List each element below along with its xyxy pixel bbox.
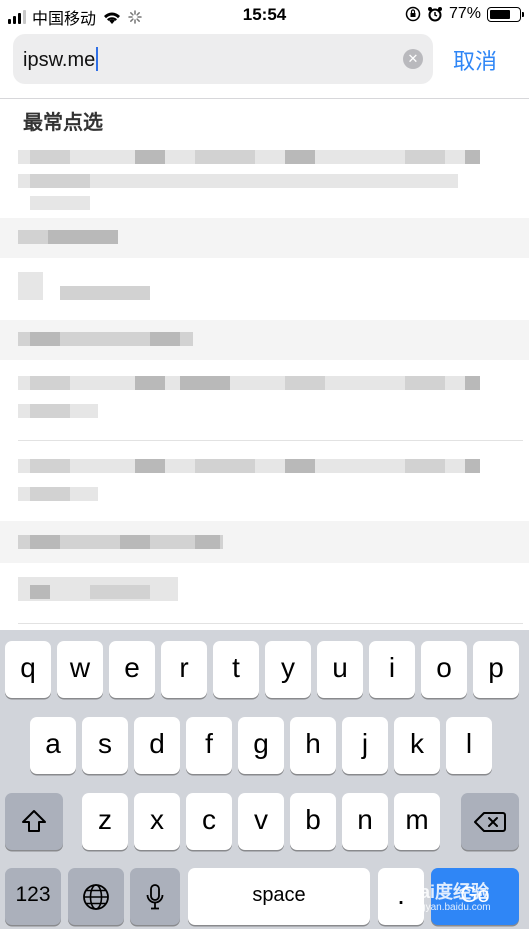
suggestion-item[interactable]: [0, 138, 529, 218]
suggestion-item[interactable]: [0, 360, 529, 440]
shift-icon: [22, 810, 46, 832]
cancel-button[interactable]: 取消: [453, 44, 497, 76]
battery-icon: [487, 6, 524, 22]
search-input[interactable]: ipsw.me: [23, 47, 99, 72]
key-j[interactable]: j: [342, 717, 388, 774]
status-bar: 中国移动 15:54 77%: [0, 0, 529, 30]
key-c[interactable]: c: [186, 793, 232, 850]
address-search-field[interactable]: ipsw.me ✕: [13, 34, 433, 84]
clear-text-icon[interactable]: ✕: [403, 49, 423, 69]
key-r[interactable]: r: [161, 641, 207, 698]
baidu-watermark-url: jingyan.baidu.com: [410, 902, 491, 913]
suggestion-item[interactable]: [0, 218, 529, 258]
section-title-frequently-visited: 最常点选: [23, 112, 103, 134]
key-y[interactable]: y: [265, 641, 311, 698]
orientation-lock-icon: [405, 6, 421, 22]
text-cursor: [96, 47, 99, 71]
globe-key[interactable]: [68, 868, 124, 925]
shift-key[interactable]: [5, 793, 63, 850]
key-e[interactable]: e: [109, 641, 155, 698]
suggestion-item[interactable]: [0, 521, 529, 563]
alarm-icon: [427, 6, 443, 22]
key-p[interactable]: p: [473, 641, 519, 698]
key-g[interactable]: g: [238, 717, 284, 774]
key-n[interactable]: n: [342, 793, 388, 850]
suggestion-item[interactable]: [0, 320, 529, 360]
key-u[interactable]: u: [317, 641, 363, 698]
suggestion-item[interactable]: [0, 441, 529, 521]
numbers-key[interactable]: 123: [5, 868, 61, 925]
key-k[interactable]: k: [394, 717, 440, 774]
dictation-key[interactable]: [130, 868, 180, 925]
key-i[interactable]: i: [369, 641, 415, 698]
key-q[interactable]: q: [5, 641, 51, 698]
key-v[interactable]: v: [238, 793, 284, 850]
status-right: 77%: [405, 5, 524, 23]
key-l[interactable]: l: [446, 717, 492, 774]
key-b[interactable]: b: [290, 793, 336, 850]
key-d[interactable]: d: [134, 717, 180, 774]
key-h[interactable]: h: [290, 717, 336, 774]
key-x[interactable]: x: [134, 793, 180, 850]
key-o[interactable]: o: [421, 641, 467, 698]
key-w[interactable]: w: [57, 641, 103, 698]
delete-key[interactable]: [461, 793, 519, 850]
key-z[interactable]: z: [82, 793, 128, 850]
search-query-text: ipsw.me: [23, 49, 96, 71]
suggestion-item[interactable]: [0, 258, 529, 320]
row-separator: [18, 623, 523, 624]
suggestion-item[interactable]: [0, 563, 529, 623]
key-a[interactable]: a: [30, 717, 76, 774]
battery-percent: 77%: [448, 5, 481, 22]
backspace-icon: [474, 812, 506, 832]
baidu-watermark-logo: Bai度经验: [407, 882, 490, 902]
key-t[interactable]: t: [213, 641, 259, 698]
key-m[interactable]: m: [394, 793, 440, 850]
globe-icon: [83, 884, 109, 910]
header-divider: [0, 98, 529, 99]
key-f[interactable]: f: [186, 717, 232, 774]
microphone-icon: [146, 884, 164, 910]
space-key[interactable]: space: [188, 868, 370, 925]
key-s[interactable]: s: [82, 717, 128, 774]
